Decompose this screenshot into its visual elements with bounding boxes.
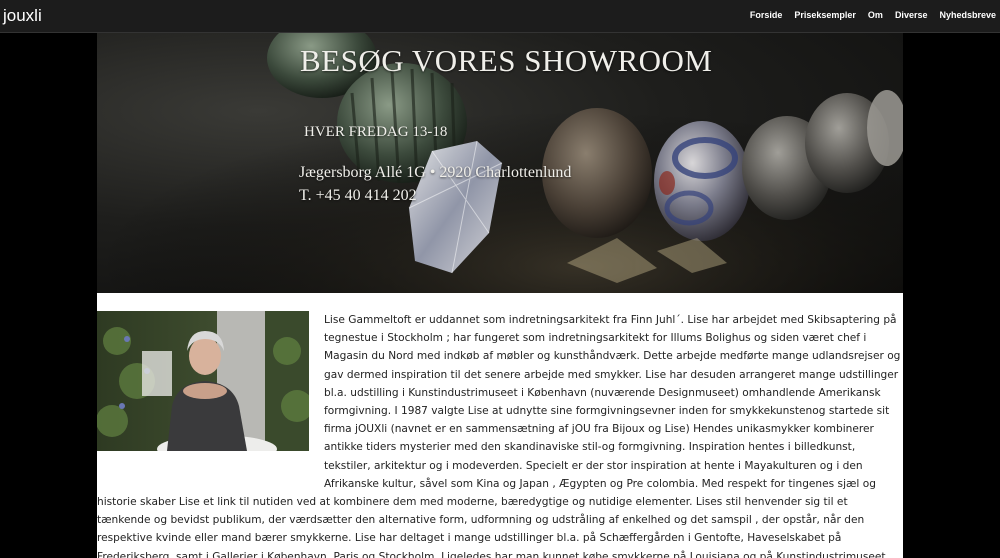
brand-logo[interactable]: jouxli xyxy=(3,6,42,26)
hero-address: Jægersborg Allé 1G • 2920 Charlottenlund xyxy=(299,164,572,181)
nav-link-om[interactable]: Om xyxy=(868,10,883,20)
nav-link-diverse[interactable]: Diverse xyxy=(895,10,928,20)
top-navbar: jouxli Forside Priseksempler Om Diverse … xyxy=(0,0,1000,33)
main-nav: Forside Priseksempler Om Diverse Nyhedsb… xyxy=(738,10,996,20)
hero-phone: T. +45 40 414 202 xyxy=(299,187,417,204)
nav-link-forside[interactable]: Forside xyxy=(750,10,783,20)
nav-link-nyhedsbreve[interactable]: Nyhedsbreve xyxy=(939,10,996,20)
nav-link-priseksempler[interactable]: Priseksempler xyxy=(794,10,856,20)
portrait-photo xyxy=(97,311,309,451)
about-section: Lise Gammeltoft er uddannet som indretni… xyxy=(97,293,903,558)
hero-title: BESØG VORES SHOWROOM xyxy=(300,43,713,78)
showroom-hero-banner: BESØG VORES SHOWROOM HVER FREDAG 13-18 J… xyxy=(97,33,903,293)
hero-opening-hours: HVER FREDAG 13-18 xyxy=(304,124,448,140)
